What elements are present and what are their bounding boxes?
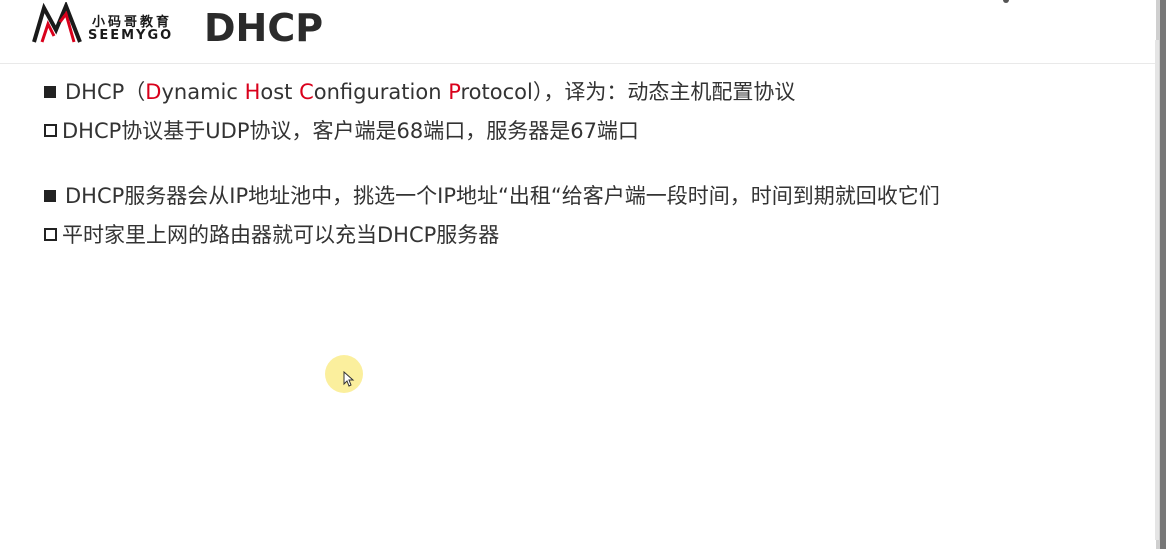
hollow-square-bullet-icon [44,228,57,241]
definition-suffix: ），译为：动态主机配置协议 [532,80,796,104]
filled-square-bullet-icon [44,190,56,202]
bullet-item-definition: DHCP（Dynamic Host Configuration Protocol… [44,78,1144,107]
router-text: 平时家里上网的路由器就可以充当DHCP服务器 [62,223,500,247]
hollow-square-bullet-icon [44,124,57,137]
bullet-item-ip-pool: DHCP服务器会从IP地址池中，挑选一个IP地址“出租“给客户端一段时间，时间到… [44,182,1144,211]
logo-english-text: SEEMYGO [88,28,174,43]
word-host: ost [260,80,300,104]
brand-logo: 小码哥教育 SEEMYGO [30,2,190,46]
definition-prefix: DHCP（ [65,80,146,104]
window-frame-edge [1160,0,1166,549]
filled-square-bullet-icon [44,86,56,98]
mouse-pointer-icon [343,371,355,387]
word-configuration: onfiguration [313,80,449,104]
acronym-letter-p: P [448,80,461,104]
sub-bullet-item-router: 平时家里上网的路由器就可以充当DHCP服务器 [44,221,1144,250]
header: 小码哥教育 SEEMYGO DHCP [0,0,1156,64]
acronym-letter-h: H [244,80,261,104]
sub-bullet-item-ports: DHCP协议基于UDP协议，客户端是68端口，服务器是67端口 [44,117,1144,146]
slide: 小码哥教育 SEEMYGO DHCP DHCP（Dynamic Host Con… [0,0,1166,549]
m-logo-icon [32,2,82,43]
acronym-letter-c: C [299,80,314,104]
acronym-letter-d: D [145,80,162,104]
word-protocol: rotocol [460,80,533,104]
slide-content: DHCP（Dynamic Host Configuration Protocol… [44,78,1144,260]
decorative-dot [1003,0,1009,3]
ip-pool-text: DHCP服务器会从IP地址池中，挑选一个IP地址“出租“给客户端一段时间，时间到… [65,184,940,208]
page-title: DHCP [204,6,324,50]
ports-text: DHCP协议基于UDP协议，客户端是68端口，服务器是67端口 [62,119,639,143]
word-dynamic: ynamic [161,80,245,104]
scrollbar-track[interactable] [1155,40,1159,540]
header-divider [0,63,1156,64]
